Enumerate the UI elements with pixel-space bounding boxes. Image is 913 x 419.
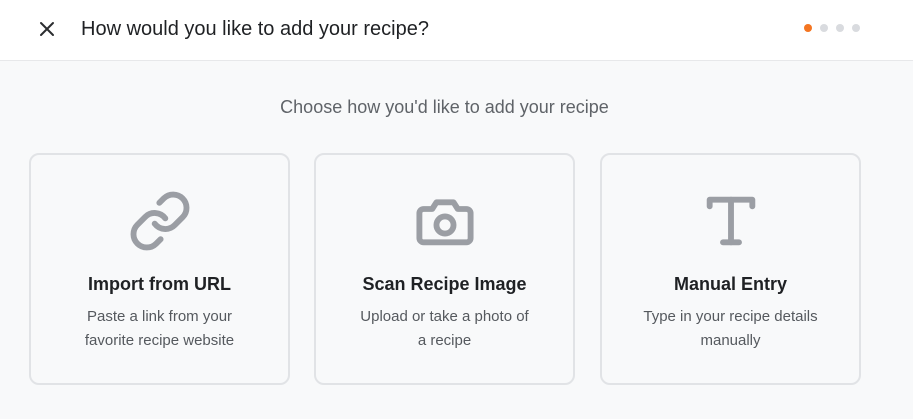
card-title: Import from URL (88, 274, 231, 294)
camera-icon (413, 189, 477, 253)
step-indicator (804, 24, 860, 32)
modal-header: How would you like to add your recipe? (0, 0, 913, 61)
link-icon (128, 189, 192, 253)
scan-recipe-image-card[interactable]: Scan Recipe Image Upload or take a photo… (314, 153, 575, 385)
page-subtitle: Choose how you'd like to add your recipe (280, 97, 609, 117)
card-title: Manual Entry (673, 274, 788, 294)
step-dot-4 (852, 24, 860, 32)
page-title: How would you like to add your recipe? (81, 18, 429, 40)
card-description: Upload or take a photo of a recipe (360, 308, 529, 349)
card-description: Type in your recipe details manually (643, 308, 818, 349)
close-icon (40, 22, 54, 36)
step-dot-2 (820, 24, 828, 32)
text-icon (699, 189, 763, 253)
manual-entry-card[interactable]: Manual Entry Type in your recipe details… (600, 153, 861, 385)
card-title: Scan Recipe Image (362, 274, 527, 294)
import-from-url-card[interactable]: Import from URL Paste a link from your f… (29, 153, 290, 385)
card-description: Paste a link from your favorite recipe w… (84, 308, 235, 349)
step-dot-3 (836, 24, 844, 32)
step-dot-1 (804, 24, 812, 32)
close-button[interactable] (32, 14, 62, 44)
